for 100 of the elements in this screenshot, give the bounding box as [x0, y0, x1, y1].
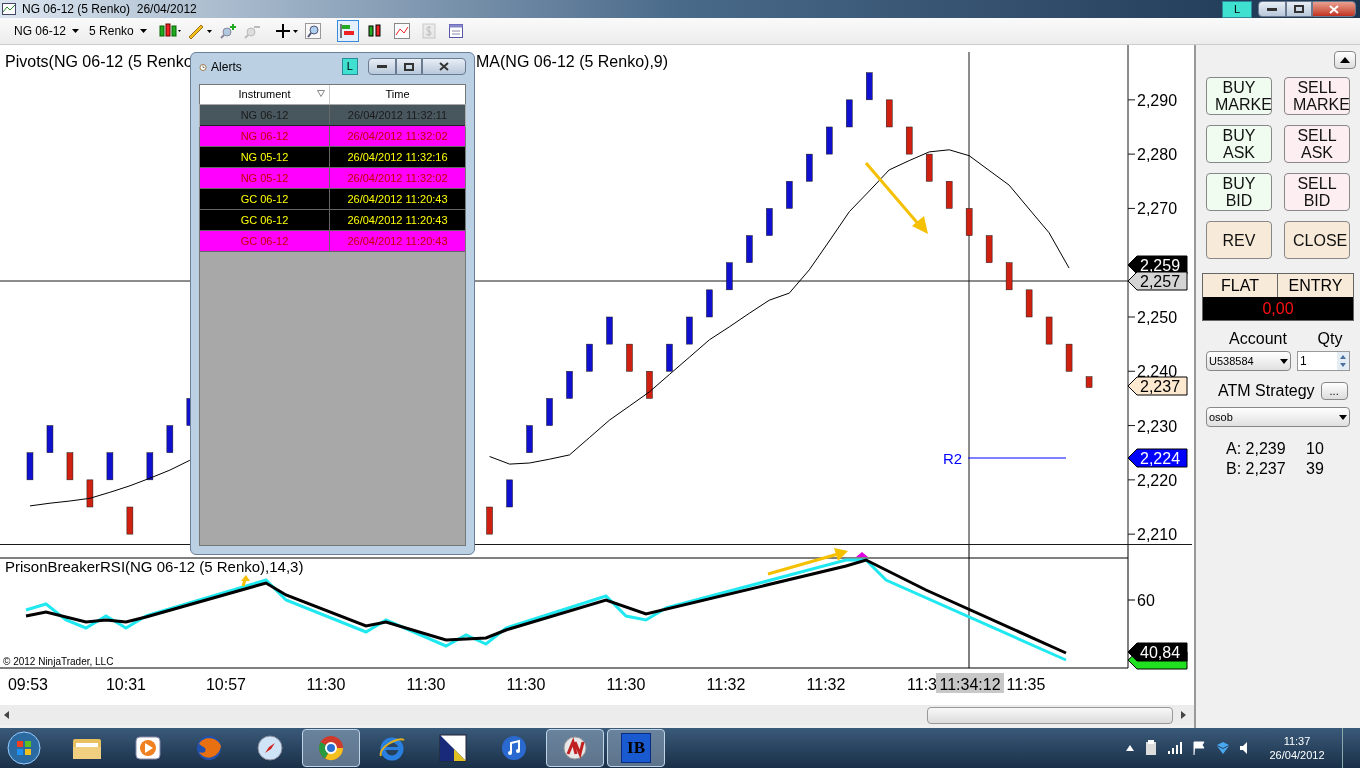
y-tick-label: 2,270 [1137, 200, 1178, 218]
close-button[interactable] [422, 58, 466, 75]
order-button[interactable]: BUY BID [1206, 173, 1272, 211]
pivot-label: R2 [943, 450, 963, 467]
scrollbar-thumb[interactable] [927, 706, 1173, 724]
start-button[interactable] [6, 730, 42, 766]
flag-icon[interactable] [1192, 741, 1206, 755]
copyright-text: © 2012 NinjaTrader, LLC [3, 656, 114, 667]
music-note-icon [500, 734, 528, 762]
price-tick: 2,290 [1127, 91, 1178, 109]
atm-strategy-dropdown[interactable]: osob [1206, 407, 1350, 427]
renko-brick [146, 452, 154, 481]
y-tick-label: 2,280 [1137, 146, 1178, 164]
signal-icon[interactable] [1168, 742, 1182, 754]
atm-settings-button[interactable]: ... [1320, 382, 1348, 400]
compass-icon [256, 734, 284, 762]
close-button[interactable] [1312, 1, 1356, 17]
table-cell: NG 06-12 [200, 105, 330, 125]
minimize-button[interactable] [1258, 1, 1286, 17]
price-tick: 2,270 [1127, 200, 1178, 218]
box-icon[interactable] [1216, 741, 1230, 755]
renko-brick [506, 479, 513, 508]
chart-tool-icon [420, 23, 437, 39]
clock[interactable]: 11:37 26/04/2012 [1262, 734, 1332, 762]
order-button[interactable]: BUY MARKE [1206, 77, 1272, 115]
time-label: 11:32 [706, 676, 746, 693]
column-header[interactable]: Time [330, 85, 465, 104]
close-icon [439, 62, 449, 71]
renko-brick [46, 425, 54, 453]
pencil-icon[interactable] [186, 23, 213, 39]
renko-brick [166, 425, 174, 453]
zoom-icon[interactable] [304, 23, 321, 39]
renko-brick [26, 452, 34, 481]
instrument-dropdown[interactable]: NG 06-12 [14, 22, 80, 40]
renko-brick [905, 126, 913, 155]
table-cell-text: 26/04/2012 11:32:02 [346, 128, 449, 144]
close-icon [1329, 4, 1339, 14]
link-button[interactable]: L [1222, 0, 1252, 18]
link-button[interactable]: L [341, 58, 358, 75]
qty-spinner[interactable]: 1 [1297, 351, 1350, 371]
time-label: 11:3 [907, 676, 937, 693]
collapse-button[interactable] [1334, 51, 1356, 69]
minimize-button[interactable] [368, 58, 396, 75]
table-cell: GC 06-12 [200, 210, 330, 230]
renko-brick [126, 506, 134, 535]
price-tick: 2,220 [1127, 471, 1178, 489]
renko-brick [66, 452, 74, 481]
shield-icon [438, 733, 468, 763]
ninja-logo-icon [561, 734, 589, 762]
alert-row[interactable]: GC 06-12 26/04/2012 11:20:43 [200, 189, 465, 210]
price-tick: 2,280 [1127, 146, 1178, 164]
table-cell: NG 05-12 [200, 147, 330, 167]
spinner-arrows-icon [1337, 352, 1349, 370]
candlestick-icon[interactable] [158, 23, 181, 39]
maximize-button[interactable] [396, 58, 422, 75]
device-icon[interactable] [1144, 740, 1158, 756]
order-button[interactable]: CLOSE [1284, 221, 1350, 259]
magnifier-plus-icon[interactable] [218, 23, 237, 39]
order-button[interactable]: SELL BID [1284, 173, 1350, 211]
quote-price: B: 2,237 [1226, 459, 1287, 479]
order-button[interactable]: SELL ASK [1284, 125, 1350, 163]
renko-brick [486, 506, 493, 535]
time-label: 11:35 [1006, 676, 1046, 693]
caret-down-icon [1339, 414, 1347, 420]
renko-brick [646, 371, 653, 399]
time-label: 11:30 [406, 676, 446, 693]
renko-brick [886, 99, 893, 128]
crosshair-icon[interactable] [274, 23, 299, 39]
order-button[interactable]: BUY ASK [1206, 125, 1272, 163]
price-marker: 40,84 [1127, 642, 1188, 662]
renko-brick [546, 398, 553, 426]
order-button[interactable]: SELL MARKE [1284, 77, 1350, 115]
alert-row[interactable]: NG 05-12 26/04/2012 11:32:16 [200, 147, 465, 168]
chart-tool-icon [393, 23, 410, 39]
table-cell: GC 06-12 [200, 231, 330, 251]
show-hidden-icons-icon[interactable] [1126, 745, 1134, 751]
table-cell: GC 06-12 [200, 189, 330, 209]
renko-brick [1085, 376, 1093, 388]
order-button[interactable]: REV [1206, 221, 1272, 259]
renko-brick [985, 235, 993, 263]
renko-brick [866, 72, 873, 101]
time-label: 11:30 [606, 676, 646, 693]
caret-down-icon [1280, 358, 1289, 364]
alert-row[interactable]: GC 06-12 26/04/2012 11:20:43 [200, 210, 465, 231]
horizontal-scrollbar[interactable] [0, 705, 1194, 725]
renko-brick [945, 181, 953, 209]
period-dropdown[interactable]: 5 Renko [89, 22, 147, 40]
renko-brick [666, 343, 673, 372]
renko-brick [566, 371, 573, 399]
renko-brick [806, 153, 813, 182]
renko-brick [1065, 343, 1073, 372]
view-toggle-button[interactable] [336, 20, 359, 42]
price-marker: 2,224 [1127, 448, 1188, 468]
caret-up-icon [1340, 57, 1350, 63]
renko-brick [746, 235, 753, 263]
account-dropdown[interactable]: U538584 [1206, 351, 1292, 371]
renko-brick [706, 289, 713, 318]
y-tick-label: 2,230 [1137, 417, 1178, 435]
price-marker: 2,237 [1127, 376, 1188, 396]
maximize-button[interactable] [1286, 1, 1312, 17]
